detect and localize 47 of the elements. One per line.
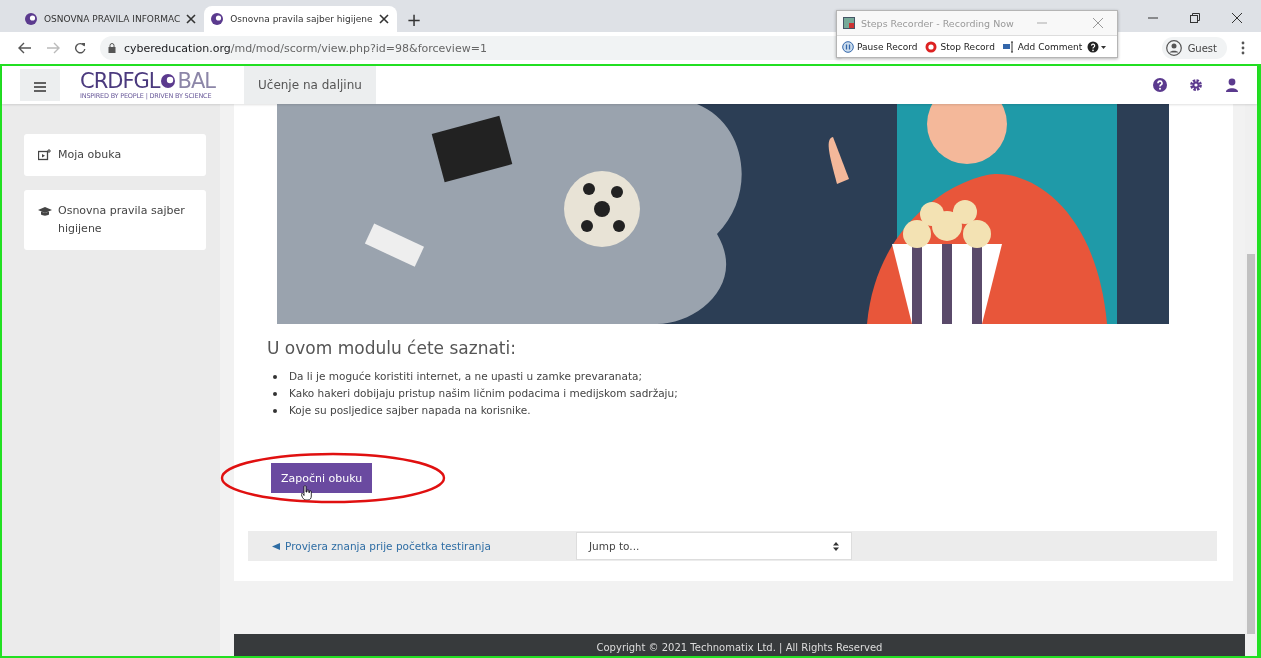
close-icon[interactable] xyxy=(378,14,389,24)
new-tab-button[interactable]: + xyxy=(396,8,432,30)
lock-icon xyxy=(108,43,116,53)
list-item: Da li je moguće koristiti internet, a ne upasti u zamke prevaranata; xyxy=(267,368,1217,385)
hand-cursor-icon xyxy=(301,485,313,501)
back-icon[interactable] xyxy=(18,42,32,54)
close-icon[interactable] xyxy=(186,14,197,24)
sort-caret-icon xyxy=(833,541,839,551)
url-text: cybereducation.org/md/mod/scorm/view.php?id=98&forceview=1 xyxy=(124,41,487,55)
profile-button[interactable]: Guest xyxy=(1161,37,1227,59)
globe-icon xyxy=(160,73,177,89)
sidebar-item[interactable]: Osnovna pravila sajber higijene xyxy=(24,190,206,250)
menu-icon xyxy=(34,81,46,92)
start-button[interactable]: Započni obuku xyxy=(271,463,373,493)
window-title: Steps Recorder - Recording Now xyxy=(861,17,1014,29)
menu-button[interactable] xyxy=(20,69,60,101)
left-arrow-icon xyxy=(272,542,281,550)
section-heading: U ovom modulu ćete saznati: xyxy=(267,338,517,358)
pause-icon xyxy=(842,41,854,53)
help-icon[interactable] xyxy=(1153,78,1167,92)
sidebar-item[interactable]: Moja obuka xyxy=(24,134,206,176)
previous-activity-link[interactable]: Provjera znanja prije početka testiranja xyxy=(272,540,576,552)
recorder-icon xyxy=(843,17,855,29)
list-item: Koje su posljedice sajber napada na korisnike. xyxy=(267,402,1217,419)
video-icon xyxy=(38,149,52,161)
restore-icon[interactable] xyxy=(1189,12,1201,24)
stop-icon xyxy=(925,41,938,53)
nav-link[interactable]: Učenje na daljinu xyxy=(244,66,376,104)
reload-icon[interactable] xyxy=(74,42,86,54)
recorder-button[interactable]: Add Comment xyxy=(999,41,1086,53)
favicon-icon xyxy=(24,12,38,26)
copyright-text: Copyright © 2021 Technomatix Ltd. | All Rights Reserved xyxy=(596,642,883,656)
jump-to-select[interactable]: Jump to... xyxy=(576,532,852,560)
close-icon[interactable] xyxy=(1231,12,1243,24)
settings-icon[interactable] xyxy=(1189,78,1203,92)
more-icon[interactable] xyxy=(1241,41,1245,55)
person-icon xyxy=(1165,40,1182,56)
browser-tab[interactable]: OSNOVNA PRAVILA INFORMAC xyxy=(18,6,205,32)
comment-icon xyxy=(1002,41,1015,53)
help-icon[interactable] xyxy=(1087,41,1108,53)
scrollbar-thumb[interactable] xyxy=(1247,254,1255,634)
recorder-button[interactable]: Stop Record xyxy=(922,41,998,53)
graduation-cap-icon xyxy=(38,205,52,217)
list-item: Kako hakeri dobijaju pristup našim ličnim podacima i medijskom sadržaju; xyxy=(267,385,1217,402)
favicon-icon xyxy=(210,12,225,26)
browser-tab[interactable]: Osnovna pravila sajber higijene xyxy=(204,6,397,32)
user-icon[interactable] xyxy=(1225,78,1239,92)
